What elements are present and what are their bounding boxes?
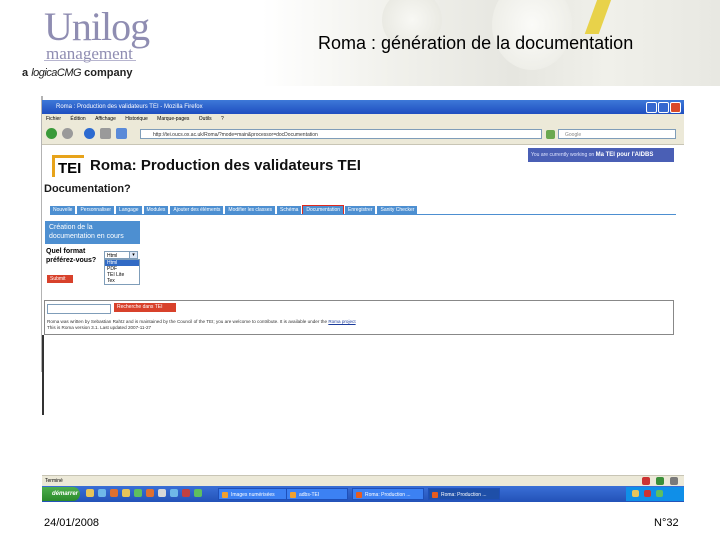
quicklaunch-icon[interactable] [146,489,154,497]
system-tray [626,487,684,501]
back-icon[interactable] [46,128,57,139]
logo-divider [44,60,136,61]
quicklaunch-icon[interactable] [98,489,106,497]
tab-enregistrer[interactable]: Enregistrer [345,206,376,214]
taskbar-item-label: Roma: Production ... [441,492,487,498]
taskbar-item-label: Roma: Production ... [365,492,411,498]
tagline-prefix: a [22,67,32,79]
tray-icon[interactable] [632,490,639,497]
tab-modules[interactable]: Modules [143,206,169,214]
quicklaunch-icon[interactable] [122,489,130,497]
window-title: Roma : Production des validateurs TEI - … [56,104,203,110]
status-text: Terminé [45,478,63,484]
tab-personnaliser[interactable]: Personnaliser [77,206,115,214]
quicklaunch-icon[interactable] [86,489,94,497]
quicklaunch-icon[interactable] [110,489,118,497]
chevron-down-icon[interactable]: ▾ [129,252,137,258]
format-option[interactable]: Tex [105,278,139,284]
reload-icon[interactable] [84,128,95,139]
taskbar-item-label: adbs-TEI [299,492,320,498]
quicklaunch-icon[interactable] [134,489,142,497]
browser-statusbar: Terminé [42,475,684,486]
logo-tagline: a logicaCMG company [22,67,132,79]
info-line2: This is Roma version 3.1. Last updated 2… [47,325,152,330]
browser-screenshot: Roma : Production des validateurs TEI - … [42,100,684,502]
home-icon[interactable] [116,128,127,139]
slide-title: Roma : génération de la documentation [318,33,634,53]
tray-icon[interactable] [644,490,651,497]
decorative-shape [584,0,614,34]
resize-icon[interactable] [670,477,678,485]
slide-page-number: N°32 [654,517,679,529]
maximize-icon[interactable] [658,102,669,113]
menu-item-fichier[interactable]: Fichier [46,116,61,122]
firefox-icon [432,492,438,498]
format-select[interactable]: Html ▾ [104,251,138,259]
folder-icon [222,492,228,498]
page-left-edge [42,335,44,415]
tei-logo: TEI [52,155,84,177]
minimize-icon[interactable] [646,102,657,113]
tab-nouvelle[interactable]: Nouvelle [50,206,76,214]
tagline-brand: logicaCMG [31,67,82,79]
working-project-link[interactable]: Ma TEI pour l'AIDBS [596,152,654,158]
slide-date: 24/01/2008 [44,517,100,529]
start-button[interactable]: démarrer [42,487,80,501]
browser-menubar: Fichier Édition Affichage Historique Mar… [42,114,684,124]
page-heading: Roma: Production des validateurs TEI [90,157,361,174]
go-icon[interactable] [546,130,555,139]
folder-icon [290,492,296,498]
submit-button[interactable]: Submit [47,275,73,283]
menu-item-marque-pages[interactable]: Marque-pages [157,116,189,122]
logo-wordmark: Unilog [44,4,150,49]
tab-sanity-checker[interactable]: Sanity Checker [377,206,418,214]
roma-info-text: Roma was written by Sebastian Rahtz and … [47,319,647,331]
working-project-box: You are currently working on Ma TEI pour… [528,148,674,162]
tab-modifier-classes[interactable]: Modifier les classes [225,206,276,214]
taskbar-item[interactable]: Roma: Production ... [428,488,500,500]
menu-item-edition[interactable]: Édition [70,116,85,122]
quicklaunch-icon[interactable] [182,489,190,497]
tab-ajouter-elements[interactable]: Ajouter des éléments [170,206,224,214]
addon-icon[interactable] [656,477,664,485]
close-icon[interactable] [670,102,681,113]
firefox-icon [356,492,362,498]
format-label: Quel format préférez-vous? [46,248,97,264]
taskbar-item-label: Images numérisées [231,492,275,498]
tei-search-button[interactable]: Recherche dans TEI [114,303,176,312]
roma-project-link[interactable]: Roma project [328,319,355,324]
tabs-underline [50,214,676,215]
quicklaunch-icon[interactable] [194,489,202,497]
browser-navbar: http://tei.oucs.ox.ac.uk/Roma/?mode=main… [42,124,684,145]
browser-titlebar: Roma : Production des validateurs TEI - … [42,100,684,114]
tray-icon[interactable] [656,490,663,497]
info-line1: Roma was written by Sebastian Rahtz and … [47,319,329,324]
unilog-logo: Unilog management [44,4,164,63]
quicklaunch-icon[interactable] [158,489,166,497]
tab-schema[interactable]: Schéma [277,206,302,214]
quicklaunch-icon[interactable] [170,489,178,497]
tei-search-input[interactable] [47,304,111,314]
format-dropdown-list: Html PDF TEI Lite Tex [104,259,140,285]
tab-documentation[interactable]: Documentation [302,205,345,215]
menu-item-affichage[interactable]: Affichage [95,116,116,122]
working-prefix: You are currently working on [531,152,595,158]
stop-icon[interactable] [100,128,111,139]
section-title: Documentation? [44,183,131,195]
tab-langage[interactable]: Langage [116,206,142,214]
taskbar-item[interactable]: Roma: Production ... [352,488,424,500]
menu-item-help[interactable]: ? [221,116,224,122]
menu-item-historique[interactable]: Historique [125,116,148,122]
forward-icon[interactable] [62,128,73,139]
windows-taskbar: démarrer Images numérisées adbs-TEI Roma… [42,486,684,502]
roma-tabs: Nouvelle Personnaliser Langage Modules Ajout… [50,205,494,215]
tagline-suffix: company [81,67,133,79]
search-input[interactable]: Google [558,129,676,139]
taskbar-item[interactable]: adbs-TEI [286,488,348,500]
url-input[interactable]: http://tei.oucs.ox.ac.uk/Roma/?mode=main… [140,129,542,139]
gmail-icon[interactable] [642,477,650,485]
menu-item-outils[interactable]: Outils [199,116,212,122]
status-panel: Création de la documentation en cours [45,221,140,244]
web-page: TEI Roma: Production des validateurs TEI… [42,145,684,472]
